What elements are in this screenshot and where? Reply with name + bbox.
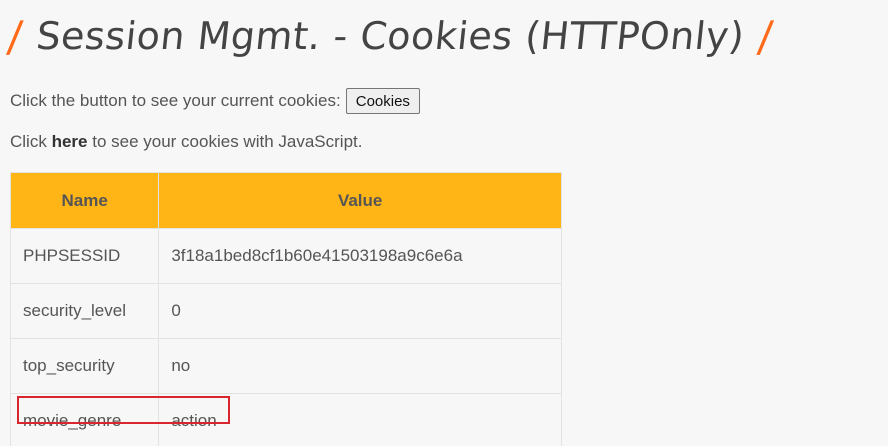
- cookies-button-row: Click the button to see your current coo…: [10, 88, 420, 114]
- cookie-name-cell: top_security: [9, 338, 160, 394]
- cookie-name-cell: movie_genre: [9, 393, 160, 446]
- table-row: movie_genre action: [9, 393, 562, 446]
- title-slash-right: /: [755, 11, 776, 61]
- cookie-value-cell: no: [158, 338, 562, 394]
- cookie-name-cell: PHPSESSID: [9, 228, 160, 284]
- cookie-name-cell: security_level: [9, 283, 160, 339]
- table-row: security_level 0: [9, 283, 562, 339]
- here-link[interactable]: here: [52, 132, 88, 151]
- column-header-name: Name: [9, 172, 160, 229]
- cookies-button[interactable]: Cookies: [345, 88, 420, 114]
- page: / Session Mgmt. - Cookies (HTTPOnly) / C…: [0, 0, 888, 446]
- page-title: / Session Mgmt. - Cookies (HTTPOnly) /: [0, 0, 888, 72]
- table-header-row: Name Value: [9, 172, 562, 229]
- cookie-value-cell: action: [158, 393, 562, 446]
- cookies-table: Name Value PHPSESSID 3f18a1bed8cf1b60e41…: [9, 172, 562, 446]
- cookies-button-prompt: Click the button to see your current coo…: [10, 91, 341, 110]
- javascript-link-row: Click here to see your cookies with Java…: [10, 132, 362, 152]
- title-slash-left: /: [5, 11, 26, 61]
- link-suffix-text: to see your cookies with JavaScript.: [92, 132, 363, 151]
- table-row: top_security no: [9, 338, 562, 394]
- cookie-value-cell: 0: [158, 283, 562, 339]
- cookie-value-cell: 3f18a1bed8cf1b60e41503198a9c6e6a: [158, 228, 562, 284]
- column-header-value: Value: [158, 172, 562, 229]
- table-row: PHPSESSID 3f18a1bed8cf1b60e41503198a9c6e…: [9, 228, 562, 284]
- page-title-text: Session Mgmt. - Cookies (HTTPOnly): [34, 14, 747, 58]
- link-prefix-text: Click: [10, 132, 47, 151]
